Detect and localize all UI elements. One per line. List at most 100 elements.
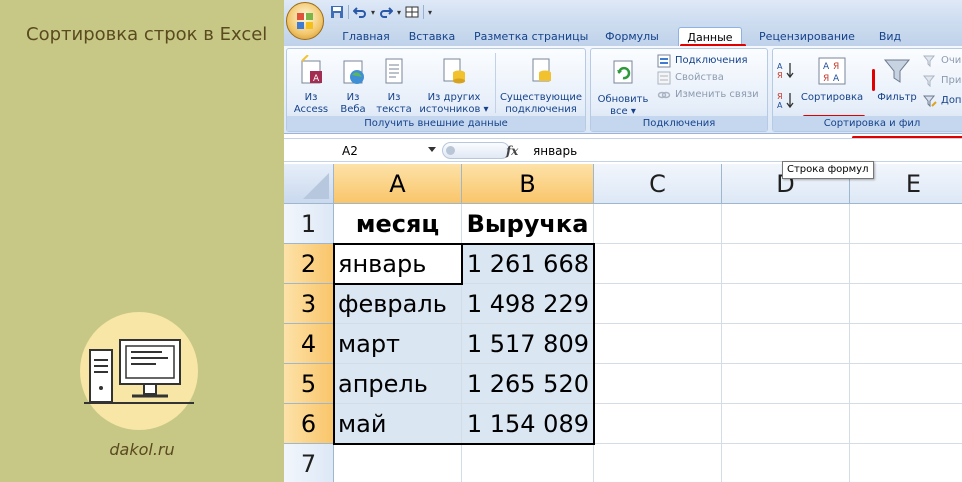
cell-c2[interactable] [594,244,722,284]
from-web-button[interactable]: Из Веба [335,55,371,116]
tab-page-layout[interactable]: Разметка страницы [474,27,588,46]
select-all-button[interactable] [284,164,334,204]
cell-b7[interactable] [462,444,594,482]
from-access-button[interactable]: A Из Access [289,54,333,116]
tab-view[interactable]: Вид [872,27,908,46]
row-header-1[interactable]: 1 [284,204,334,244]
cell-c5[interactable] [594,364,722,404]
cell-b6[interactable]: 1 154 089 [462,404,594,444]
cell-d5[interactable] [722,364,850,404]
computer-logo-icon [84,339,194,404]
cell-c1[interactable] [594,204,722,244]
cell-b5[interactable]: 1 265 520 [462,364,594,404]
cell-b1[interactable]: Выручка [462,204,594,244]
from-web-label-2: Веба [340,104,366,115]
cell-c4[interactable] [594,324,722,364]
row-header-6[interactable]: 6 [284,404,334,444]
reapply-filter-button[interactable]: При [923,73,961,89]
cell-d7[interactable] [722,444,850,482]
connections-icon [657,54,671,68]
clear-filter-icon [923,55,936,68]
cell-a6[interactable]: май [334,404,462,444]
undo-icon[interactable] [353,5,367,19]
refresh-all-button[interactable]: Обновить все ▾ [593,57,653,118]
column-header-c[interactable]: C [594,164,722,204]
undo-dropdown-icon[interactable]: ▾ [371,8,375,17]
cell-b3[interactable]: 1 498 229 [462,284,594,324]
cell-c7[interactable] [594,444,722,482]
name-box[interactable]: A2 [284,141,444,161]
svg-text:A: A [313,74,320,84]
existing-connections-icon [532,58,551,82]
sort-z-a-button[interactable]: ЯА [777,91,795,113]
tab-review[interactable]: Рецензирование [756,27,858,46]
cell-e5[interactable] [850,364,962,404]
form-grid-icon[interactable] [405,5,419,19]
name-box-dropdown-icon[interactable] [428,147,436,152]
cell-e1[interactable] [850,204,962,244]
cell-e2[interactable] [850,244,962,284]
cell-a3[interactable]: февраль [334,284,462,324]
advanced-filter-button[interactable]: Доп [923,93,961,109]
column-header-a[interactable]: A [334,164,462,204]
column-header-b[interactable]: B [462,164,594,204]
cell-a5[interactable]: апрель [334,364,462,404]
cell-a4[interactable]: март [334,324,462,364]
cell-d1[interactable] [722,204,850,244]
quick-access-toolbar: ▾ ▾ ▾ [330,3,432,21]
formula-bar-splitter[interactable] [442,142,510,159]
cell-d3[interactable] [722,284,850,324]
text-file-icon [385,58,403,84]
cell-e4[interactable] [850,324,962,364]
tab-formulas[interactable]: Формулы [602,27,662,46]
existing-connections-button[interactable]: Существующие подключения [499,55,583,116]
edit-links-button[interactable]: Изменить связи [657,87,759,103]
row-header-2[interactable]: 2 [284,244,334,284]
from-other-sources-button[interactable]: Из других источников ▾ [417,55,491,116]
svg-text:А: А [777,101,783,109]
connections-button[interactable]: Подключения [657,53,748,69]
cell-c6[interactable] [594,404,722,444]
cell-e7[interactable] [850,444,962,482]
clear-filter-button[interactable]: Очи [923,53,961,69]
sort-a-z-button[interactable]: АЯ [777,61,795,83]
sort-button[interactable]: АЯЯА Сортировка [797,57,867,104]
tab-home[interactable]: Главная [336,27,396,46]
from-text-button[interactable]: Из текста [373,55,415,116]
excel-window: ▾ ▾ ▾ Главная Вставка Разметка страницы … [284,0,962,482]
properties-label: Свойства [675,72,724,83]
insert-function-button[interactable]: fx [506,141,518,161]
cell-d2[interactable] [722,244,850,284]
ribbon: A Из Access Из Веба Из текста Из других [284,46,962,134]
cell-b2[interactable]: 1 261 668 [462,244,594,284]
cell-c3[interactable] [594,284,722,324]
office-button[interactable] [286,2,324,40]
cell-b4[interactable]: 1 517 809 [462,324,594,364]
spreadsheet-grid: A B C D E 1 2 3 4 5 6 7 месяц Выручка ян… [284,164,962,482]
group-external-data: A Из Access Из Веба Из текста Из других [286,48,586,132]
redo-dropdown-icon[interactable]: ▾ [397,8,401,17]
svg-text:Я: Я [777,92,783,101]
save-icon[interactable] [330,5,344,19]
row-header-5[interactable]: 5 [284,364,334,404]
row-header-7[interactable]: 7 [284,444,334,482]
cell-a7[interactable] [334,444,462,482]
cell-a1[interactable]: месяц [334,204,462,244]
office-logo-icon [297,13,313,29]
row-header-4[interactable]: 4 [284,324,334,364]
customize-qat-icon[interactable]: ▾ [428,8,432,17]
splitter-dot-icon [446,146,455,155]
properties-button[interactable]: Свойства [657,70,724,86]
cell-d6[interactable] [722,404,850,444]
formula-input[interactable]: январь [533,141,577,161]
filter-button[interactable]: Фильтр [873,57,921,104]
svg-text:Я: Я [823,74,829,84]
row-header-3[interactable]: 3 [284,284,334,324]
cell-e3[interactable] [850,284,962,324]
from-web-label-1: Из [346,92,360,103]
tab-insert[interactable]: Вставка [402,27,462,46]
redo-icon[interactable] [379,5,394,19]
cell-d4[interactable] [722,324,850,364]
cell-e6[interactable] [850,404,962,444]
site-name: dakol.ru [109,440,175,459]
